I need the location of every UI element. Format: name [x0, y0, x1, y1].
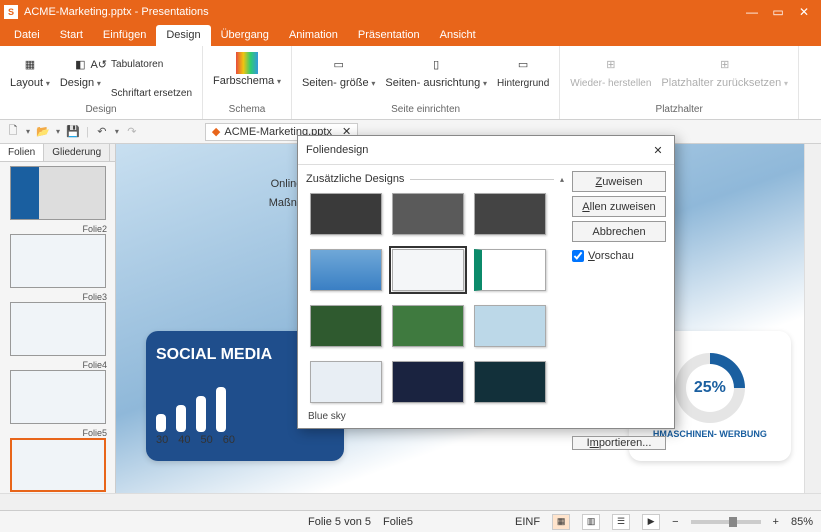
vertical-scrollbar[interactable]	[804, 144, 821, 493]
design-button[interactable]: ◧Design ▾	[56, 50, 105, 91]
menu-start[interactable]: Start	[50, 25, 93, 46]
new-doc-icon[interactable]: 🗋	[4, 123, 22, 141]
dialog-section-label: Zusätzliche Designs	[306, 173, 404, 185]
menu-bar: Datei Start Einfügen Design Übergang Ani…	[0, 24, 821, 46]
ribbon-group-schema: Farbschema ▾ Schema	[203, 46, 292, 119]
theme-thumb-1[interactable]	[392, 193, 464, 235]
import-button[interactable]: Importieren...	[572, 436, 666, 450]
zoom-in-icon[interactable]: +	[773, 516, 779, 528]
donut-chart: 25%	[675, 353, 745, 423]
theme-thumb-11[interactable]	[474, 361, 546, 403]
minimize-button[interactable]: —	[739, 2, 765, 22]
dialog-titlebar: Foliendesign ✕	[298, 136, 674, 165]
ribbon: ▦Layout ▾ ◧Design ▾ A↺ TabulatorenSchrif…	[0, 46, 821, 120]
theme-thumb-4[interactable]	[392, 249, 464, 291]
status-page: Folie 5 von 5	[308, 516, 371, 528]
section-collapse-icon[interactable]: ▴	[560, 175, 564, 184]
slide-panel: Folien Gliederung Folie2 Folie3 Folie4 F…	[0, 144, 116, 493]
undo-icon[interactable]: ↶	[93, 123, 111, 141]
horizontal-scrollbar[interactable]	[0, 493, 821, 510]
slide-thumb-2[interactable]: Folie2	[4, 224, 111, 288]
view-normal-icon[interactable]: ▦	[552, 514, 570, 530]
window-title: ACME-Marketing.pptx - Presentations	[24, 6, 739, 18]
theme-thumb-10[interactable]	[392, 361, 464, 403]
ribbon-group-label: Design	[85, 102, 116, 117]
zoom-slider[interactable]	[691, 520, 761, 524]
save-icon[interactable]: 💾	[64, 123, 82, 141]
foliendesign-dialog: Foliendesign ✕ Zusätzliche Designs ▴ Blue…	[297, 135, 675, 429]
theme-thumb-2[interactable]	[474, 193, 546, 235]
page-orientation-button[interactable]: ▯Seiten- ausrichtung ▾	[381, 50, 491, 91]
view-slideshow-icon[interactable]: ▶	[642, 514, 660, 530]
theme-thumb-6[interactable]	[310, 305, 382, 347]
menu-uebergang[interactable]: Übergang	[211, 25, 279, 46]
open-icon[interactable]: 📂	[34, 123, 52, 141]
tab-folien[interactable]: Folien	[0, 144, 44, 161]
ribbon-group-label: Platzhalter	[656, 102, 703, 117]
title-bar: S ACME-Marketing.pptx - Presentations — …	[0, 0, 821, 24]
slide-thumb-5[interactable]: Folie5	[4, 428, 111, 492]
theme-grid	[306, 189, 564, 407]
dialog-close-icon[interactable]: ✕	[650, 142, 666, 158]
view-outline-icon[interactable]: ☰	[612, 514, 630, 530]
reset-placeholder-button: ⊞Platzhalter zurücksetzen ▾	[657, 50, 792, 91]
theme-thumb-5[interactable]	[474, 249, 546, 291]
slide-thumb-3[interactable]: Folie3	[4, 292, 111, 356]
assign-all-button[interactable]: Allen zuweisen	[572, 196, 666, 217]
redo-icon[interactable]: ↷	[123, 123, 141, 141]
close-button[interactable]: ✕	[791, 2, 817, 22]
theme-thumb-7[interactable]	[392, 305, 464, 347]
view-sorter-icon[interactable]: ▥	[582, 514, 600, 530]
theme-thumb-0[interactable]	[310, 193, 382, 235]
menu-datei[interactable]: Datei	[4, 25, 50, 46]
selected-theme-name: Blue sky	[306, 407, 564, 426]
page-size-button[interactable]: ▭Seiten- größe ▾	[298, 50, 379, 91]
slide-thumb-1[interactable]	[4, 166, 111, 220]
zoom-value[interactable]: 85%	[791, 516, 813, 528]
ribbon-group-page: ▭Seiten- größe ▾ ▯Seiten- ausrichtung ▾ …	[292, 46, 560, 119]
ribbon-group-label: Seite einrichten	[391, 102, 460, 117]
preview-checkbox[interactable]: Vorschau	[572, 250, 666, 262]
ribbon-group-placeholder: ⊞Wieder- herstellen ⊞Platzhalter zurücks…	[560, 46, 799, 119]
status-mode: EINF	[515, 516, 540, 528]
zoom-out-icon[interactable]: −	[672, 516, 678, 528]
thumbnails: Folie2 Folie3 Folie4 Folie5	[0, 162, 115, 493]
menu-einfuegen[interactable]: Einfügen	[93, 25, 156, 46]
menu-design[interactable]: Design	[156, 25, 210, 46]
status-slide: Folie5	[383, 516, 413, 528]
ribbon-group-design: ▦Layout ▾ ◧Design ▾ A↺ TabulatorenSchrif…	[0, 46, 203, 119]
theme-thumb-8[interactable]	[474, 305, 546, 347]
menu-ansicht[interactable]: Ansicht	[430, 25, 486, 46]
app-icon: S	[4, 5, 18, 19]
menu-praesentation[interactable]: Präsentation	[348, 25, 430, 46]
tab-gliederung[interactable]: Gliederung	[44, 144, 110, 161]
theme-thumb-9[interactable]	[310, 361, 382, 403]
layout-button[interactable]: ▦Layout ▾	[6, 50, 54, 91]
color-scheme-button[interactable]: Farbschema ▾	[209, 50, 285, 89]
assign-button[interactable]: Zuweisen	[572, 171, 666, 192]
theme-thumb-3[interactable]	[310, 249, 382, 291]
bar-chart	[156, 372, 226, 432]
ribbon-group-label: Schema	[229, 102, 266, 117]
slide-thumb-4[interactable]: Folie4	[4, 360, 111, 424]
cancel-button[interactable]: Abbrechen	[572, 221, 666, 242]
maximize-button[interactable]: ▭	[765, 2, 791, 22]
restore-placeholder-button: ⊞Wieder- herstellen	[566, 50, 655, 91]
replace-fonts-button[interactable]: A↺ TabulatorenSchriftart ersetzen	[107, 50, 196, 101]
card-title: SOCIAL MEDIA	[156, 346, 272, 364]
side-tabs: Folien Gliederung	[0, 144, 115, 162]
status-bar: Folie 5 von 5 Folie5 EINF ▦ ▥ ☰ ▶ − + 85…	[0, 510, 821, 532]
dialog-title: Foliendesign	[306, 144, 650, 156]
background-button[interactable]: ▭Hintergrund	[493, 50, 553, 91]
doc-icon: ◆	[212, 125, 220, 138]
menu-animation[interactable]: Animation	[279, 25, 348, 46]
